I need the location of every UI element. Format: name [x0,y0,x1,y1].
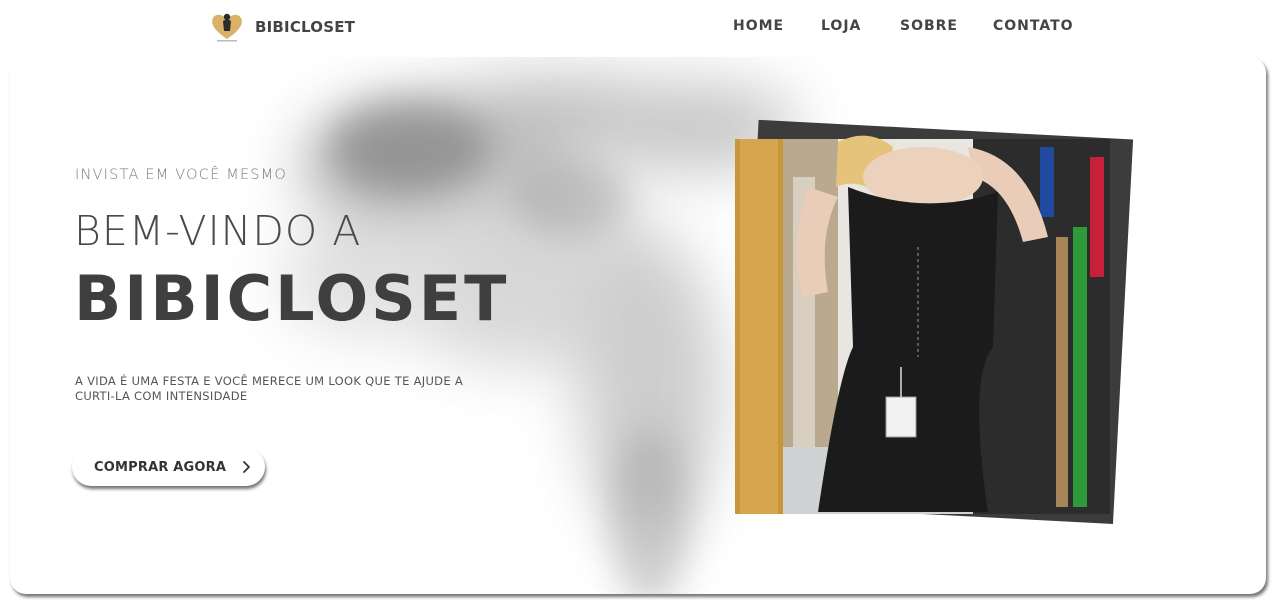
shop-now-button[interactable]: COMPRAR AGORA [72,448,265,486]
nav-loja[interactable]: LOJA [821,18,861,34]
nav-home[interactable]: HOME [733,18,784,34]
top-navigation-bar: BIBICLOSET HOME LOJA SOBRE CONTATO [0,0,1280,56]
hero-product-photo [735,119,1134,524]
nav-sobre[interactable]: SOBRE [900,18,958,34]
chevron-right-icon [243,461,251,473]
nav-contato[interactable]: CONTATO [993,18,1074,34]
hero-description: A VIDA É UMA FESTA E VOCÊ MERECE UM LOOK… [75,374,464,403]
shop-now-label: COMPRAR AGORA [94,459,227,475]
hero-eyebrow: INVISTA EM VOCÊ MESMO [75,167,288,183]
hero-brand-title: BIBICLOSET [74,262,510,335]
hero-welcome: BEM-VINDO A [74,207,362,255]
hero-section: INVISTA EM VOCÊ MESMO BEM-VINDO A BIBICL… [10,57,1266,594]
main-nav: HOME LOJA SOBRE CONTATO [0,18,1280,38]
